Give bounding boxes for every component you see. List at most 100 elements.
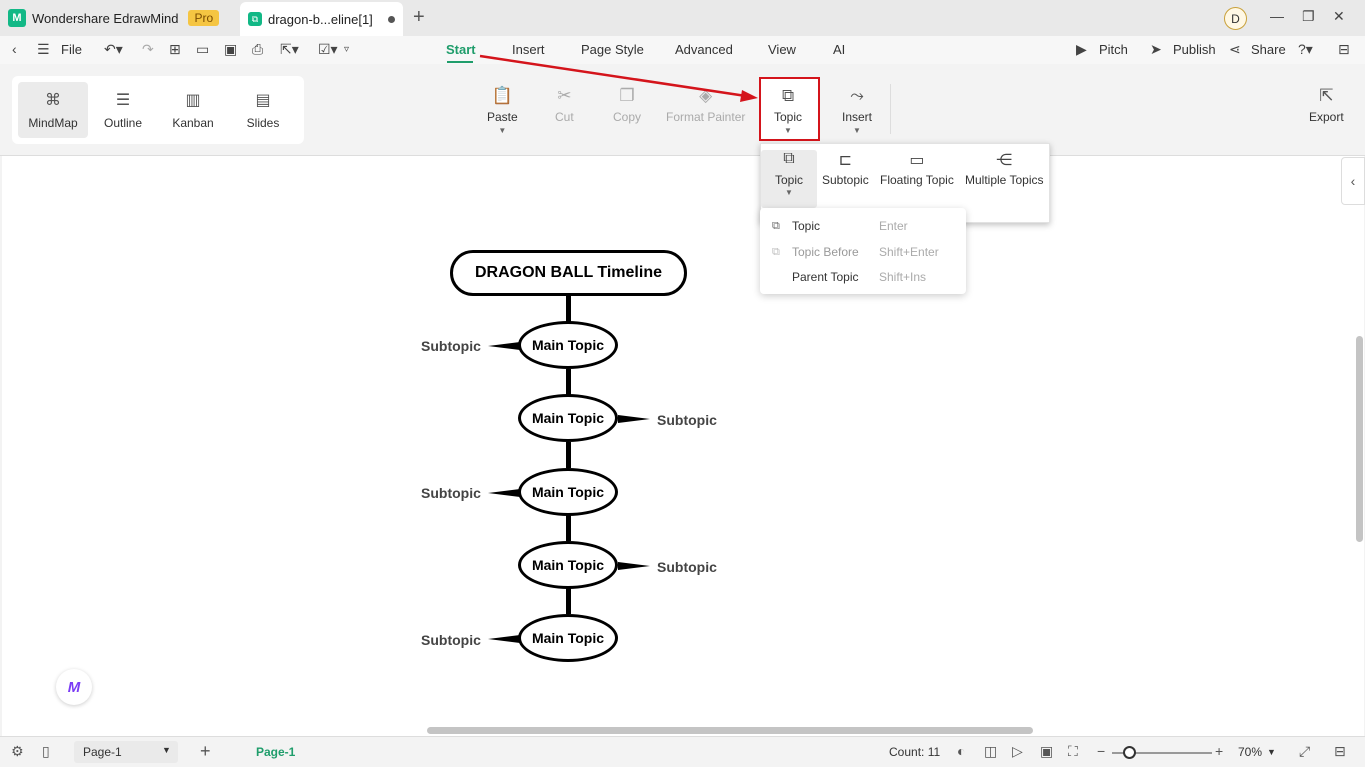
zoom-in-icon[interactable]: + xyxy=(1215,743,1223,759)
view-mindmap-button[interactable]: ⌘ MindMap xyxy=(18,82,88,138)
zoom-level[interactable]: 70% xyxy=(1238,745,1262,759)
fullscreen-icon[interactable]: ⤢ xyxy=(1299,743,1310,760)
main-topic[interactable]: Main Topic xyxy=(518,468,618,516)
submenu-topic[interactable]: ⧉ Topic Enter xyxy=(772,216,952,236)
copy-button[interactable]: ❐ Copy xyxy=(613,86,641,124)
root-topic[interactable]: DRAGON BALL Timeline xyxy=(450,250,687,296)
zoom-out-icon[interactable]: − xyxy=(1097,743,1105,759)
theme-icon[interactable]: ◐ xyxy=(957,743,965,759)
dropdown-topic-caret-icon[interactable]: ▼ xyxy=(785,188,793,197)
add-page-plus-icon[interactable]: + xyxy=(200,741,211,762)
format-painter-button[interactable]: ◈ Format Painter xyxy=(666,86,745,124)
view-slides-button[interactable]: ▤ Slides xyxy=(228,82,298,138)
restore-icon[interactable]: ❐ xyxy=(1302,8,1315,25)
dropdown-multiple-topics[interactable]: ⋲ Multiple Topics xyxy=(965,150,1043,187)
tab-advanced[interactable]: Advanced xyxy=(675,42,733,57)
back-icon[interactable]: ‹ xyxy=(12,41,17,57)
paste-label: Paste xyxy=(487,110,518,124)
publish-button[interactable]: Publish xyxy=(1173,42,1216,57)
paste-caret-icon[interactable]: ▼ xyxy=(498,126,506,135)
view-kanban-button[interactable]: ▥ Kanban xyxy=(158,82,228,138)
redo-icon[interactable]: ↷ xyxy=(142,41,154,58)
fit-screen-icon[interactable]: ⛶ xyxy=(1068,743,1078,760)
collapse-ribbon-icon[interactable]: ⊟ xyxy=(1338,41,1350,58)
view-mindmap-label: MindMap xyxy=(28,116,78,130)
subtopic[interactable]: Subtopic xyxy=(421,338,481,354)
subtopic[interactable]: Subtopic xyxy=(657,559,717,575)
export-button[interactable]: ⇱ Export xyxy=(1309,86,1344,124)
mindmap-file-icon: ⧉ xyxy=(248,12,262,26)
insert-button[interactable]: ⤳ Insert ▼ xyxy=(842,86,872,135)
share-icon[interactable]: ⋖ xyxy=(1229,41,1241,58)
main-topic[interactable]: Main Topic xyxy=(518,541,618,589)
zoom-slider-handle[interactable] xyxy=(1123,746,1136,759)
publish-icon[interactable]: ➤ xyxy=(1150,41,1162,58)
tab-ai[interactable]: AI xyxy=(833,42,845,57)
cut-button[interactable]: ✂ Cut xyxy=(555,86,574,124)
new-tab-plus-icon[interactable]: + xyxy=(413,7,425,27)
horizontal-scrollbar[interactable] xyxy=(427,727,1033,734)
subtopic[interactable]: Subtopic xyxy=(657,412,717,428)
main-topic[interactable]: Main Topic xyxy=(518,394,618,442)
document-tab[interactable]: ⧉ dragon-b...eline[1] xyxy=(240,2,403,36)
pitch-icon[interactable]: ▶ xyxy=(1076,41,1087,58)
zoom-chevron-down-icon[interactable]: ▼ xyxy=(1267,747,1276,757)
app-tab[interactable]: M Wondershare EdrawMind Pro xyxy=(8,4,220,32)
new-file-icon[interactable]: ⊞ xyxy=(169,41,181,58)
page-tab[interactable]: Page-1 xyxy=(256,745,295,759)
hamburger-menu-icon[interactable]: ☰ xyxy=(37,41,50,58)
dropdown-topic[interactable]: ⧉ Topic ▼ xyxy=(761,150,817,208)
tab-page-style[interactable]: Page Style xyxy=(581,42,644,57)
side-panel-toggle-chevron-left-icon[interactable]: ‹ xyxy=(1341,157,1365,205)
topic-icon: ⧉ xyxy=(781,86,795,105)
unsaved-dot-icon[interactable] xyxy=(388,15,395,23)
tab-insert[interactable]: Insert xyxy=(512,42,545,57)
play-icon[interactable]: ▷ xyxy=(1012,743,1023,760)
file-menu[interactable]: File xyxy=(61,42,82,57)
minimize-icon[interactable]: — xyxy=(1270,8,1284,24)
page-settings-icon[interactable]: ⚙ xyxy=(11,743,24,760)
shortcut-label: Shift+Enter xyxy=(879,245,939,259)
pro-badge[interactable]: Pro xyxy=(188,10,220,26)
topic-button[interactable]: ⧉ Topic ▼ xyxy=(774,86,802,135)
submenu-parent-topic[interactable]: Parent Topic Shift+Ins xyxy=(772,267,952,287)
main-topic[interactable]: Main Topic xyxy=(518,614,618,662)
insert-caret-icon[interactable]: ▼ xyxy=(853,126,861,135)
checklist-icon[interactable]: ☑▾ xyxy=(318,41,338,58)
insert-relationship-icon: ⤳ xyxy=(850,86,864,105)
subtopic[interactable]: Subtopic xyxy=(421,485,481,501)
more-icon[interactable]: ▿ xyxy=(344,44,349,55)
submenu-topic-before[interactable]: ⧉ Topic Before Shift+Enter xyxy=(772,242,952,262)
main-topic[interactable]: Main Topic xyxy=(518,321,618,369)
pitch-button[interactable]: Pitch xyxy=(1099,42,1128,57)
paste-button[interactable]: 📋 Paste ▼ xyxy=(487,86,518,135)
open-folder-icon[interactable]: ▭ xyxy=(196,41,209,58)
page-select[interactable]: Page-1 ▼ xyxy=(74,741,178,763)
subtopic[interactable]: Subtopic xyxy=(421,632,481,648)
user-avatar[interactable]: D xyxy=(1224,7,1247,30)
help-icon[interactable]: ?▾ xyxy=(1298,41,1313,58)
submenu-topic-label: Topic xyxy=(792,219,821,233)
ai-assistant-logo-icon[interactable]: M xyxy=(56,669,92,705)
export-share-icon[interactable]: ⇱▾ xyxy=(280,41,299,58)
print-icon[interactable]: ⎙ xyxy=(252,41,263,58)
dropdown-subtopic[interactable]: ⊏ Subtopic xyxy=(822,150,869,187)
share-button[interactable]: Share xyxy=(1251,42,1286,57)
dropdown-floating-topic[interactable]: ▭ Floating Topic xyxy=(880,150,954,187)
vertical-scrollbar[interactable] xyxy=(1356,336,1363,542)
panel-icon[interactable]: ⊟ xyxy=(1334,743,1346,760)
ribbon-toolbar: ⌘ MindMap ☰ Outline ▥ Kanban ▤ Slides 📋 … xyxy=(0,64,1365,156)
mindmap-canvas[interactable] xyxy=(2,156,1364,736)
subtopic-connector xyxy=(488,635,520,643)
page-list-icon[interactable]: ▯ xyxy=(42,743,50,760)
active-tab-indicator xyxy=(447,61,473,63)
topic-caret-icon[interactable]: ▼ xyxy=(784,126,792,135)
fit-page-icon[interactable]: ▣ xyxy=(1040,743,1053,760)
undo-icon[interactable]: ↶▾ xyxy=(104,41,123,58)
tab-view[interactable]: View xyxy=(768,42,796,57)
book-view-icon[interactable]: ◫ xyxy=(984,743,997,760)
view-outline-button[interactable]: ☰ Outline xyxy=(88,82,158,138)
close-icon[interactable]: ✕ xyxy=(1333,8,1345,25)
tab-start[interactable]: Start xyxy=(446,42,476,57)
save-icon[interactable]: ▣ xyxy=(224,41,237,58)
